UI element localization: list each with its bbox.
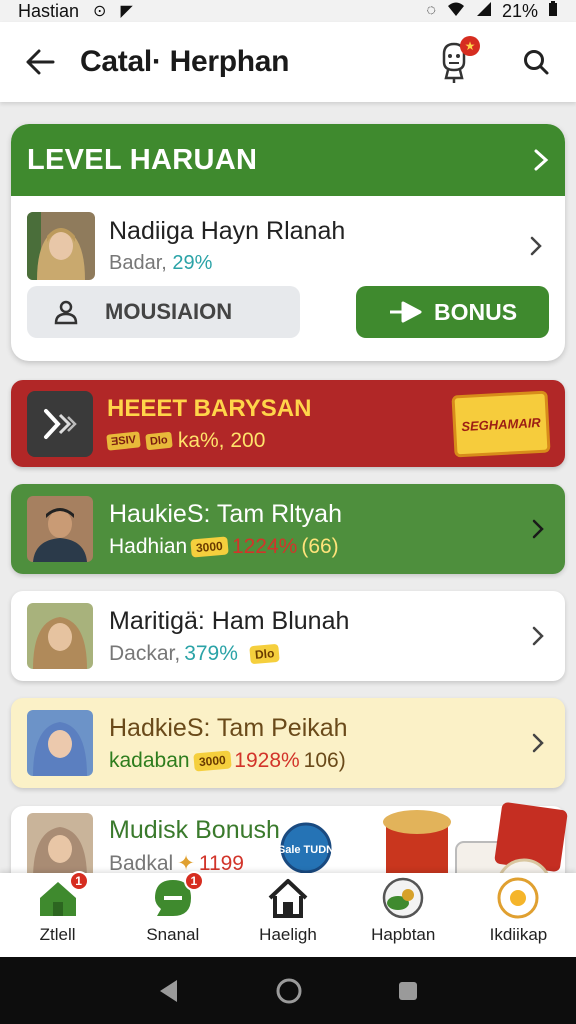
signal-icon (476, 1, 492, 22)
row-sub-label: Dackar, (109, 641, 181, 665)
chevron-right-icon (534, 149, 549, 171)
avatar (27, 496, 93, 562)
bonus-label: BONUS (433, 298, 518, 325)
row-percent: 1224% (231, 534, 298, 558)
row-percent: 1928% (234, 748, 300, 772)
mission-label: MOUSIAION (105, 299, 233, 324)
system-nav-bar (0, 957, 576, 1024)
bonus-button[interactable]: BONUS (356, 286, 549, 338)
nav-item-home[interactable]: 1 Ztlell (0, 871, 115, 957)
user-sub-label: Badar, (109, 252, 167, 274)
avatar (27, 212, 95, 280)
notification-icon: ◤ (120, 3, 133, 20)
avatar (27, 603, 93, 669)
row-sub-label: Badkal (109, 851, 174, 875)
avatar (27, 813, 93, 879)
page-title: Catal· Herphan (80, 45, 290, 78)
promo-tag: Dlo (145, 431, 173, 450)
search-icon (524, 50, 549, 75)
list-item[interactable]: HadkieS: Tam Peikah kadaban 3000 1928% 1… (11, 698, 565, 788)
person-icon (54, 300, 78, 325)
status-bar: Hastian ⊙ ◤ ◌ 21% (0, 0, 576, 22)
battery-percent: 21% (501, 0, 538, 21)
house-icon (268, 879, 308, 918)
sale-badge-text: Sale TUDN (278, 844, 334, 856)
recents-square-icon[interactable] (397, 980, 419, 1002)
row-name: HadkieS: Tam Peikah (109, 713, 348, 742)
arrow-left-icon (26, 49, 55, 75)
notification-badge: 1 (183, 871, 204, 891)
meal-plate-icon (497, 877, 539, 919)
level-user-row[interactable]: Nadiiga Hayn Rlanah Badar, 29% (11, 196, 565, 282)
nav-label: Hapbtan (371, 925, 436, 944)
chevron-right-icon (532, 733, 544, 753)
promo-title: HEEET BARYSAN (107, 394, 312, 422)
nav-item-ikdiikap[interactable]: Ikdiikap (461, 873, 576, 957)
alarm-clock-icon: ◌ (426, 2, 436, 19)
row-percent: 1199 (198, 851, 244, 875)
row-extra: (66) (301, 534, 339, 558)
nav-label: Haeligh (259, 925, 317, 944)
search-button[interactable] (516, 42, 556, 82)
arrow-right-icon (389, 301, 422, 323)
mascot-button[interactable]: ★ (432, 36, 480, 84)
list-item[interactable]: Maritigä: Ham Blunah Dackar, 379% Dlo (11, 591, 565, 681)
home-circle-icon[interactable] (275, 977, 303, 1005)
mascot-badge: ★ (460, 36, 480, 56)
promo-sign: SEGHAMAIR (451, 390, 551, 457)
chevron-right-icon (532, 519, 544, 539)
promo-banner[interactable]: HEEET BARYSAN ƎSIV Dlo ka%, 200 SEGHAMAI… (11, 380, 565, 467)
row-sub-label: kadaban (109, 748, 190, 772)
alarm-icon: ⊙ (93, 3, 107, 20)
nav-item-hapbtan[interactable]: Hapbtan (346, 873, 461, 957)
nav-label: Ztlell (39, 925, 76, 944)
row-chip: 3000 (190, 535, 229, 558)
user-name: Nadiiga Hayn Rlanah (109, 217, 346, 245)
row-name: Mudisk Bonush (109, 816, 280, 844)
level-header[interactable]: LEVEL HARUAN (11, 124, 565, 196)
promo-subtitle: ka%, 200 (177, 428, 266, 452)
row-name: Maritigä: Ham Blunah (109, 606, 350, 635)
user-percent: 29% (172, 252, 213, 274)
nav-label: Snanal (146, 925, 200, 944)
user-subtitle: Badar, 29% (109, 252, 345, 275)
back-button[interactable] (20, 42, 60, 82)
bottom-nav: 1 Ztlell 1 Snanal Haeligh Hapbtan Ikdiik… (0, 871, 576, 957)
notification-badge: 1 (68, 871, 89, 891)
mission-button[interactable]: MOUSIAION (27, 286, 300, 338)
row-chip: Dlo (249, 643, 280, 664)
row-name: HaukieS: Tam Rltyah (109, 499, 342, 528)
chevron-right-icon (530, 236, 542, 256)
nav-item-haeligh[interactable]: Haeligh (230, 873, 345, 957)
battery-icon (548, 0, 558, 22)
nav-label: Ikdiikap (489, 925, 548, 944)
nav-item-snanal[interactable]: 1 Snanal (115, 871, 230, 957)
row-chip: 3000 (192, 749, 231, 772)
app-screen: Hastian ⊙ ◤ ◌ 21% Catal· Herphan ★ LEVEL… (0, 0, 576, 1024)
promo-tag: ƎSIV (106, 430, 141, 451)
row-sub-label: Hadhian (109, 534, 188, 558)
wifi-icon (446, 1, 466, 22)
promo-sign-label: SEGHAMAIR (460, 413, 542, 434)
avatar (27, 710, 93, 776)
level-title: LEVEL HARUAN (27, 143, 258, 176)
row-percent: 379% (184, 641, 238, 665)
level-card: LEVEL HARUAN Nadiiga Hayn Rlanah Badar, … (11, 124, 565, 361)
row-extra: 106) (303, 748, 346, 772)
app-bar: Catal· Herphan ★ (0, 22, 576, 102)
food-bowl-icon (382, 877, 424, 919)
chevron-right-icon (532, 626, 544, 646)
carrier-label: Hastian (18, 0, 80, 21)
fast-forward-icon (27, 390, 93, 457)
back-triangle-icon[interactable] (157, 978, 181, 1004)
list-item[interactable]: HaukieS: Tam Rltyah Hadhian 3000 1224% (… (11, 484, 565, 574)
